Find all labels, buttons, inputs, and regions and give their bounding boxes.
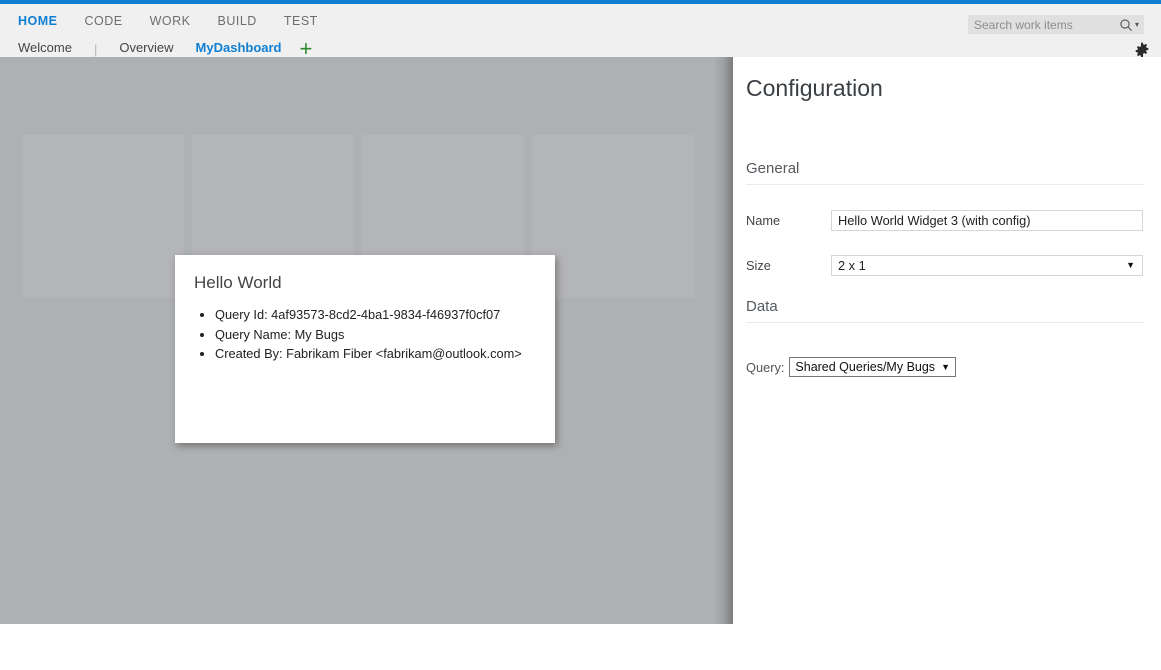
section-header-general: General: [746, 160, 1144, 185]
widget-name-input[interactable]: [831, 210, 1143, 231]
name-label: Name: [746, 213, 831, 228]
list-item: Query Name: My Bugs: [215, 325, 555, 345]
chevron-down-icon: ▼: [1126, 261, 1135, 270]
add-dashboard-icon[interactable]: +: [300, 42, 313, 56]
widget-size-dropdown[interactable]: 2 x 1 ▼: [831, 255, 1143, 276]
search-icon[interactable]: [1119, 18, 1133, 32]
search-input[interactable]: [968, 16, 1094, 33]
query-label: Query:: [746, 360, 784, 375]
size-label: Size: [746, 258, 831, 273]
page-title: Configuration: [746, 75, 883, 102]
sub-nav-separator: |: [94, 42, 97, 57]
list-item: Created By: Fabrikam Fiber <fabrikam@out…: [215, 344, 555, 364]
size-field-row: Size 2 x 1 ▼: [746, 254, 1143, 276]
query-field-row: Query: Shared Queries/My Bugs ▼: [746, 357, 956, 377]
nav-item-home[interactable]: HOME: [18, 14, 58, 28]
nav-item-work[interactable]: WORK: [150, 14, 191, 28]
sub-nav-item-welcome[interactable]: Welcome: [18, 40, 72, 59]
chevron-down-icon: ▼: [941, 363, 950, 372]
query-selected-value: Shared Queries/My Bugs: [795, 360, 935, 374]
app-header: HOME CODE WORK BUILD TEST Welcome | Over…: [0, 4, 1161, 57]
size-selected-value: 2 x 1: [832, 258, 866, 273]
configuration-panel: Configuration General Name Size 2 x 1 ▼ …: [733, 57, 1161, 624]
primary-navigation: HOME CODE WORK BUILD TEST: [18, 10, 345, 32]
chevron-down-icon[interactable]: ▾: [1135, 20, 1139, 29]
section-header-data: Data: [746, 298, 1144, 323]
search-box[interactable]: ▾: [968, 15, 1144, 34]
nav-item-code[interactable]: CODE: [85, 14, 123, 28]
nav-item-build[interactable]: BUILD: [218, 14, 257, 28]
name-field-row: Name: [746, 209, 1143, 231]
query-select[interactable]: Shared Queries/My Bugs ▼: [789, 357, 956, 377]
sub-nav-item-overview[interactable]: Overview: [119, 40, 173, 59]
widget-title: Hello World: [194, 273, 555, 293]
gear-icon[interactable]: [1134, 42, 1150, 58]
widget-detail-list: Query Id: 4af93573-8cd2-4ba1-9834-f46937…: [175, 305, 555, 364]
hello-world-widget-card[interactable]: Hello World Query Id: 4af93573-8cd2-4ba1…: [175, 255, 555, 443]
dashboard-tile-placeholder: [22, 135, 184, 298]
nav-item-test[interactable]: TEST: [284, 14, 318, 28]
list-item: Query Id: 4af93573-8cd2-4ba1-9834-f46937…: [215, 305, 555, 325]
sub-nav-item-mydashboard[interactable]: MyDashboard: [196, 40, 282, 59]
dashboard-tile-placeholder: [532, 135, 694, 298]
